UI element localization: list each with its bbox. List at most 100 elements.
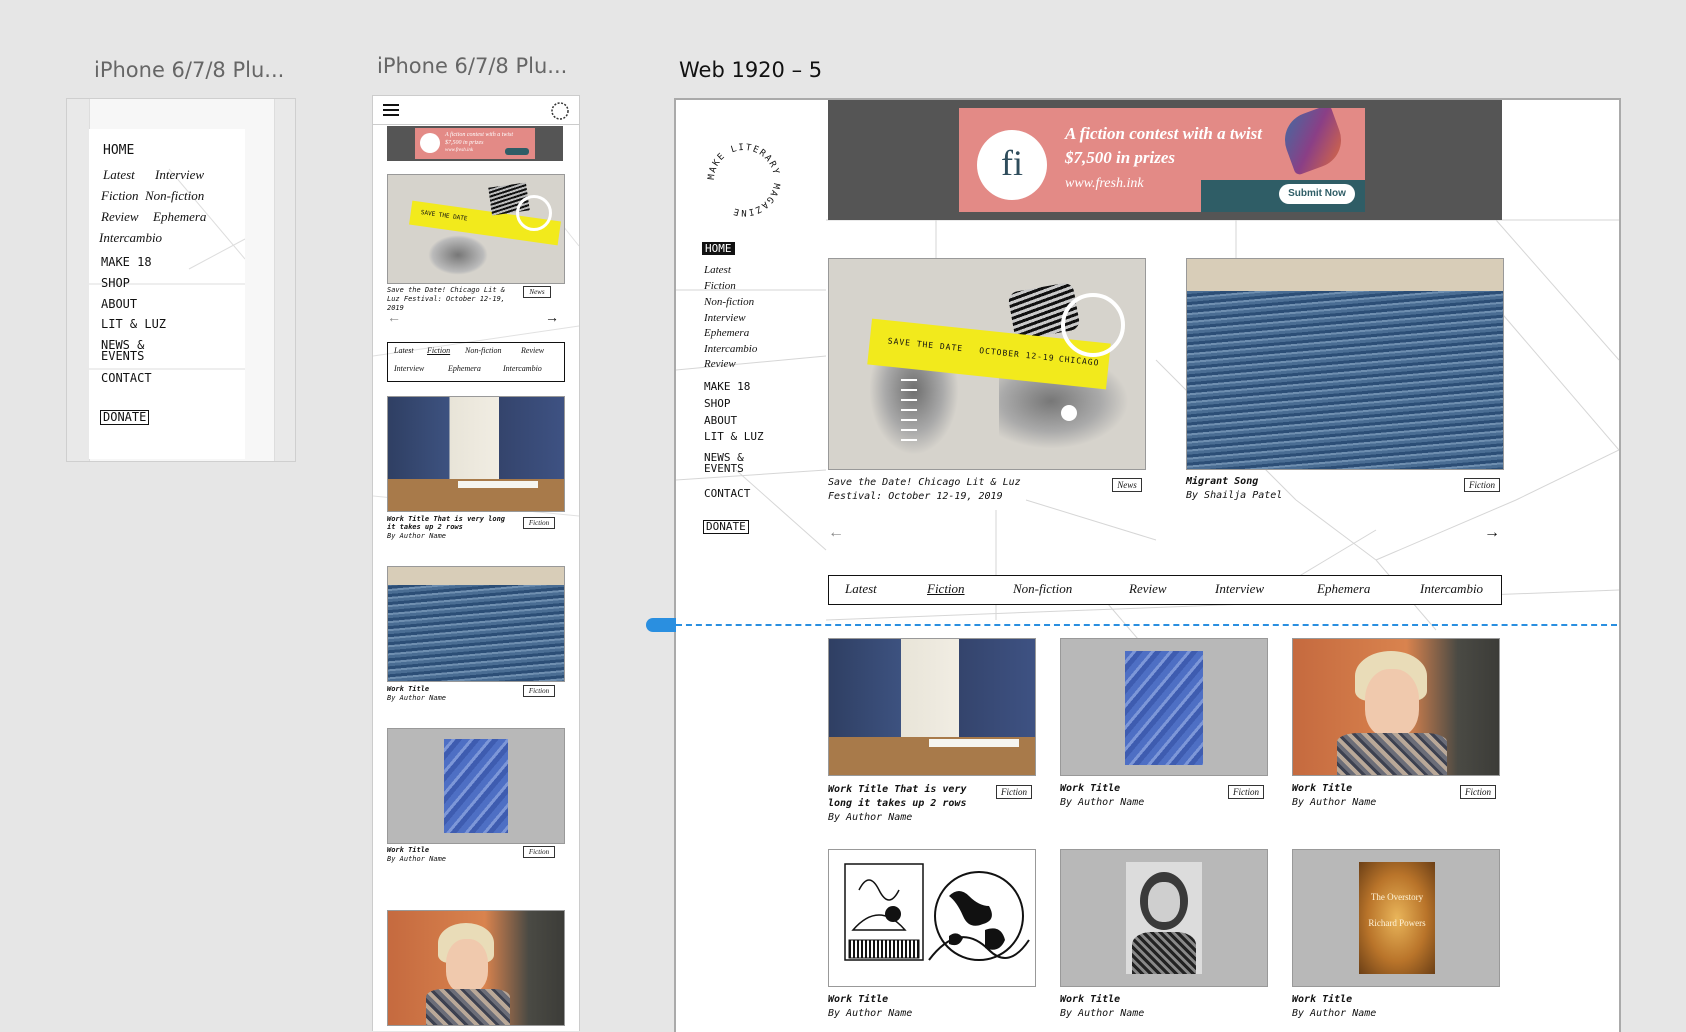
phone-card2-author[interactable]: By Author Name xyxy=(387,694,446,702)
web-nav-shop[interactable]: SHOP xyxy=(704,397,731,410)
web-next-arrow-icon[interactable]: → xyxy=(1484,524,1500,542)
phone-cat-intercambio[interactable]: Intercambio xyxy=(503,364,542,373)
phone-hero-caption[interactable]: Save the Date! Chicago Lit & Luz Festiva… xyxy=(387,286,517,313)
phone-next-arrow-icon[interactable]: → xyxy=(545,309,559,325)
phone-ad[interactable]: A fiction contest with a twist $7,500 in… xyxy=(387,126,563,161)
web-nav-intercambio[interactable]: Intercambio xyxy=(704,343,757,355)
menu-contact[interactable]: CONTACT xyxy=(101,371,152,385)
menu-intercambio[interactable]: Intercambio xyxy=(99,230,162,246)
web-feature2-image[interactable] xyxy=(1186,258,1504,470)
web-grid1-title[interactable]: Work Title That is very long it takes up… xyxy=(828,783,966,811)
web-logo-icon[interactable]: MAKE LITERARY MAGAZINE xyxy=(692,128,796,232)
scroll-guide-handle[interactable] xyxy=(646,618,676,632)
phone-prev-arrow-icon[interactable]: ← xyxy=(387,309,401,325)
artboard-title-web[interactable]: Web 1920 – 5 xyxy=(679,58,822,82)
web-grid5-image[interactable] xyxy=(1060,849,1268,987)
menu-litluz[interactable]: LIT & LUZ xyxy=(101,317,166,331)
menu-make18[interactable]: MAKE 18 xyxy=(101,255,152,269)
phone-card2-tag[interactable]: Fiction xyxy=(523,685,555,697)
web-grid1-tag[interactable]: Fiction xyxy=(996,785,1032,799)
web-grid6-author[interactable]: By Author Name xyxy=(1292,1008,1376,1019)
web-nav-contact[interactable]: CONTACT xyxy=(704,487,750,500)
menu-latest[interactable]: Latest xyxy=(103,167,135,183)
web-nav-donate-button[interactable]: DONATE xyxy=(703,520,749,534)
phone-card4-image[interactable] xyxy=(387,910,565,1026)
logo-ring-icon[interactable] xyxy=(550,101,570,121)
web-cat-nonfiction[interactable]: Non-fiction xyxy=(1013,581,1072,597)
web-grid2-title[interactable]: Work Title xyxy=(1060,783,1120,794)
web-grid2-tag[interactable]: Fiction xyxy=(1228,785,1264,799)
menu-home[interactable]: HOME xyxy=(103,143,134,158)
menu-ephemera[interactable]: Ephemera xyxy=(153,209,206,225)
web-grid4-author[interactable]: By Author Name xyxy=(828,1008,912,1019)
web-nav-fiction[interactable]: Fiction xyxy=(704,280,736,292)
phone-card3-author[interactable]: By Author Name xyxy=(387,855,446,863)
web-grid4-title[interactable]: Work Title xyxy=(828,994,888,1005)
web-nav-about[interactable]: ABOUT xyxy=(704,414,737,427)
phone-cat-latest[interactable]: Latest xyxy=(394,346,414,355)
phone-card3-image[interactable] xyxy=(387,728,565,844)
web-ad-submit-button[interactable]: Submit Now xyxy=(1279,184,1355,204)
web-cat-interview[interactable]: Interview xyxy=(1215,581,1264,597)
web-grid3-title[interactable]: Work Title xyxy=(1292,783,1352,794)
web-grid5-author[interactable]: By Author Name xyxy=(1060,1008,1144,1019)
menu-fiction[interactable]: Fiction xyxy=(101,188,139,204)
web-feature1-tag[interactable]: News xyxy=(1112,478,1142,492)
web-nav-ephemera[interactable]: Ephemera xyxy=(704,327,749,339)
web-feature1-image[interactable]: SAVE THE DATE OCTOBER 12-19 CHICAGO xyxy=(828,258,1146,470)
web-cat-review[interactable]: Review xyxy=(1129,581,1167,597)
phone-cat-interview[interactable]: Interview xyxy=(394,364,424,373)
web-prev-arrow-icon[interactable]: ← xyxy=(828,524,844,542)
web-ad[interactable]: fi A fiction contest with a twist $7,500… xyxy=(828,100,1502,220)
web-nav-home[interactable]: HOME xyxy=(702,242,735,255)
web-nav-litluz[interactable]: LIT & LUZ xyxy=(704,430,764,443)
phone-card1-tag[interactable]: Fiction xyxy=(523,517,555,529)
web-nav-latest[interactable]: Latest xyxy=(704,264,731,276)
web-grid1-image[interactable] xyxy=(828,638,1036,776)
menu-review[interactable]: Review xyxy=(101,209,139,225)
web-nav-interview[interactable]: Interview xyxy=(704,312,746,324)
web-feature1-caption[interactable]: Save the Date! Chicago Lit & Luz Festiva… xyxy=(828,476,1021,504)
hamburger-icon[interactable] xyxy=(383,104,399,116)
web-cat-ephemera[interactable]: Ephemera xyxy=(1317,581,1370,597)
menu-about[interactable]: ABOUT xyxy=(101,297,137,311)
phone-card1-author[interactable]: By Author Name xyxy=(387,532,446,540)
phone-card1-image[interactable] xyxy=(387,396,565,512)
menu-donate-button[interactable]: DONATE xyxy=(100,410,150,425)
phone-card2-title[interactable]: Work Title xyxy=(387,685,429,693)
web-grid1-author[interactable]: By Author Name xyxy=(828,812,912,823)
phone-hero-image[interactable]: SAVE THE DATE xyxy=(387,174,565,284)
menu-nonfiction[interactable]: Non-fiction xyxy=(145,188,204,204)
phone-cat-review[interactable]: Review xyxy=(521,346,544,355)
web-feature2-tag[interactable]: Fiction xyxy=(1464,478,1500,492)
phone-card2-image[interactable] xyxy=(387,566,565,682)
artboard-title-phone-home[interactable]: iPhone 6/7/8 Plu... xyxy=(377,54,567,78)
web-nav-make18[interactable]: MAKE 18 xyxy=(704,380,750,393)
web-cat-fiction[interactable]: Fiction xyxy=(927,581,965,597)
web-grid2-author[interactable]: By Author Name xyxy=(1060,797,1144,808)
web-grid3-author[interactable]: By Author Name xyxy=(1292,797,1376,808)
web-grid3-tag[interactable]: Fiction xyxy=(1460,785,1496,799)
web-grid4-image[interactable] xyxy=(828,849,1036,987)
artboard-title-phone-menu[interactable]: iPhone 6/7/8 Plu... xyxy=(94,58,284,82)
phone-cat-ephemera[interactable]: Ephemera xyxy=(448,364,481,373)
menu-interview[interactable]: Interview xyxy=(155,167,204,183)
web-grid6-title[interactable]: Work Title xyxy=(1292,994,1352,1005)
phone-cat-nonfiction[interactable]: Non-fiction xyxy=(465,346,501,355)
phone-card1-title[interactable]: Work Title That is very long it takes up… xyxy=(387,515,517,531)
phone-cat-fiction[interactable]: Fiction xyxy=(427,346,450,355)
web-feature2-author[interactable]: By Shailja Patel xyxy=(1186,490,1282,501)
web-nav-review[interactable]: Review xyxy=(704,358,736,370)
web-grid3-image[interactable] xyxy=(1292,638,1500,776)
phone-card3-title[interactable]: Work Title xyxy=(387,846,429,854)
web-cat-latest[interactable]: Latest xyxy=(845,581,877,597)
web-grid2-image[interactable] xyxy=(1060,638,1268,776)
phone-ad-submit-button[interactable] xyxy=(505,148,529,155)
menu-news-events[interactable]: NEWS & EVENTS xyxy=(101,339,144,362)
web-nav-news-events[interactable]: NEWS & EVENTS xyxy=(704,452,744,474)
web-feature2-title[interactable]: Migrant Song xyxy=(1186,476,1258,487)
web-nav-nonfiction[interactable]: Non-fiction xyxy=(704,296,754,308)
web-grid5-title[interactable]: Work Title xyxy=(1060,994,1120,1005)
web-cat-intercambio[interactable]: Intercambio xyxy=(1420,581,1483,597)
phone-card3-tag[interactable]: Fiction xyxy=(523,846,555,858)
